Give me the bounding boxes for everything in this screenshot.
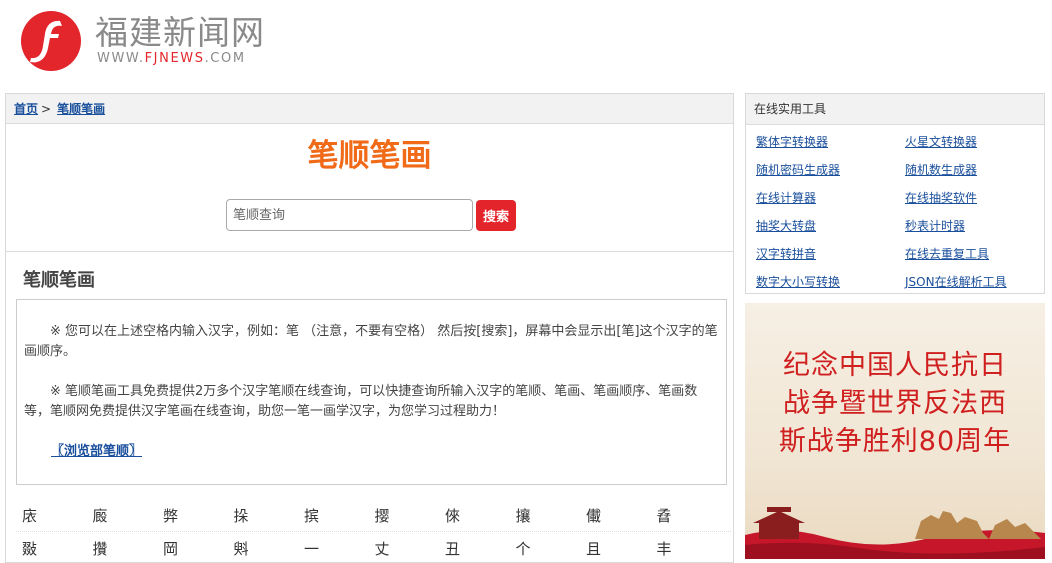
character-link[interactable]: 廄 — [87, 505, 158, 526]
tool-link-password-generator[interactable]: 随机密码生成器 — [756, 156, 905, 184]
section-title: 笔顺笔画 — [23, 270, 95, 291]
banner-line: 斯战争胜利80周年 — [778, 426, 1012, 457]
page-title: 笔顺笔画 — [307, 138, 432, 174]
character-grid: 庡 廄 弊 挆 摈 撄 倈 攘 儎 孴 敠 攢 岡 斞 一 丈 丑 个 且 丰 — [16, 499, 731, 562]
character-link[interactable]: 个 — [510, 538, 581, 559]
browse-strokes-link[interactable]: 〖浏览部笔顺〗 — [51, 444, 142, 459]
logo-url-suffix: .COM — [204, 51, 246, 66]
stroke-search-input[interactable] — [226, 199, 473, 231]
commemoration-banner[interactable]: 纪念中国人民抗日 战争暨世界反法西 斯战争胜利80周年 — [745, 303, 1045, 559]
banner-monument-illustration-icon — [745, 507, 1045, 559]
tool-link-json-parser[interactable]: JSON在线解析工具 — [905, 268, 1052, 296]
logo-url-brand: FJNEWS — [144, 51, 205, 66]
character-row: 敠 攢 岡 斞 一 丈 丑 个 且 丰 — [16, 532, 731, 562]
online-tools-panel: 在线实用工具 繁体字转换器 火星文转换器 随机密码生成器 随机数生成器 在线计算… — [745, 93, 1045, 294]
character-link[interactable]: 丑 — [439, 538, 510, 559]
tool-link-hanzi-to-pinyin[interactable]: 汉字转拼音 — [756, 240, 905, 268]
tool-link-dedupe-tool[interactable]: 在线去重复工具 — [905, 240, 1052, 268]
online-tools-title: 在线实用工具 — [746, 94, 1044, 125]
tool-link-random-number-generator[interactable]: 随机数生成器 — [905, 156, 1052, 184]
logo-url-prefix: WWW. — [97, 51, 145, 66]
character-link[interactable]: 倈 — [439, 505, 510, 526]
character-link[interactable]: 摈 — [298, 505, 369, 526]
character-link[interactable]: 斞 — [228, 538, 299, 559]
breadcrumb-current-link[interactable]: 笔顺笔画 — [57, 102, 105, 116]
search-button[interactable]: 搜索 — [476, 200, 516, 231]
character-link[interactable]: 丰 — [651, 538, 722, 559]
character-link[interactable]: 孴 — [651, 505, 722, 526]
breadcrumb-separator: > — [41, 102, 52, 116]
main-panel: 首页> 笔顺笔画 笔顺笔画 搜索 笔顺笔画 ※ 您可以在上述空格内输入汉字，例如：… — [5, 93, 734, 563]
character-link[interactable]: 且 — [580, 538, 651, 559]
character-link[interactable]: 撄 — [369, 505, 440, 526]
character-link[interactable]: 丈 — [369, 538, 440, 559]
character-link[interactable]: 挆 — [228, 505, 299, 526]
character-link[interactable]: 岡 — [157, 538, 228, 559]
banner-line: 纪念中国人民抗日 — [783, 350, 1007, 381]
character-link[interactable]: 儎 — [580, 505, 651, 526]
site-header: 福建新闻网 WWW.FJNEWS.COM — [0, 0, 1052, 88]
info-paragraph-usage: ※ 您可以在上述空格内输入汉字，例如：笔 （注意，不要有空格） 然后按[搜索]，… — [24, 324, 718, 359]
info-paragraph-description: ※ 笔顺笔画工具免费提供2万多个汉字笔顺在线查询，可以快捷查询所输入汉字的笔顺、… — [24, 384, 698, 419]
breadcrumb-home-link[interactable]: 首页 — [14, 102, 38, 116]
logo-title: 福建新闻网 — [95, 13, 265, 52]
character-link[interactable]: 一 — [298, 538, 369, 559]
tool-link-stopwatch[interactable]: 秒表计时器 — [905, 212, 1052, 240]
tool-link-traditional-converter[interactable]: 繁体字转换器 — [756, 128, 905, 156]
online-tools-list: 繁体字转换器 火星文转换器 随机密码生成器 随机数生成器 在线计算器 在线抽奖软… — [746, 125, 1044, 296]
info-box: ※ 您可以在上述空格内输入汉字，例如：笔 （注意，不要有空格） 然后按[搜索]，… — [16, 299, 727, 485]
character-row: 庡 廄 弊 挆 摈 撄 倈 攘 儎 孴 — [16, 499, 731, 532]
tool-link-lottery-software[interactable]: 在线抽奖软件 — [905, 184, 1052, 212]
logo-url: WWW.FJNEWS.COM — [97, 51, 246, 66]
character-link[interactable]: 庡 — [16, 505, 87, 526]
character-link[interactable]: 弊 — [157, 505, 228, 526]
tool-link-martian-text-converter[interactable]: 火星文转换器 — [905, 128, 1052, 156]
character-link[interactable]: 敠 — [16, 538, 87, 559]
fjnews-logo-icon[interactable] — [20, 10, 82, 72]
banner-text: 纪念中国人民抗日 战争暨世界反法西 斯战争胜利80周年 — [745, 347, 1045, 461]
character-link[interactable]: 攘 — [510, 505, 581, 526]
search-area: 笔顺笔画 搜索 — [6, 124, 733, 252]
tool-link-lottery-wheel[interactable]: 抽奖大转盘 — [756, 212, 905, 240]
tool-link-number-case-converter[interactable]: 数字大小写转换 — [756, 268, 905, 296]
banner-line: 战争暨世界反法西 — [783, 388, 1007, 419]
breadcrumb: 首页 > 笔顺笔画 — [6, 94, 733, 124]
character-link[interactable]: 攢 — [87, 538, 158, 559]
tool-link-online-calculator[interactable]: 在线计算器 — [756, 184, 905, 212]
